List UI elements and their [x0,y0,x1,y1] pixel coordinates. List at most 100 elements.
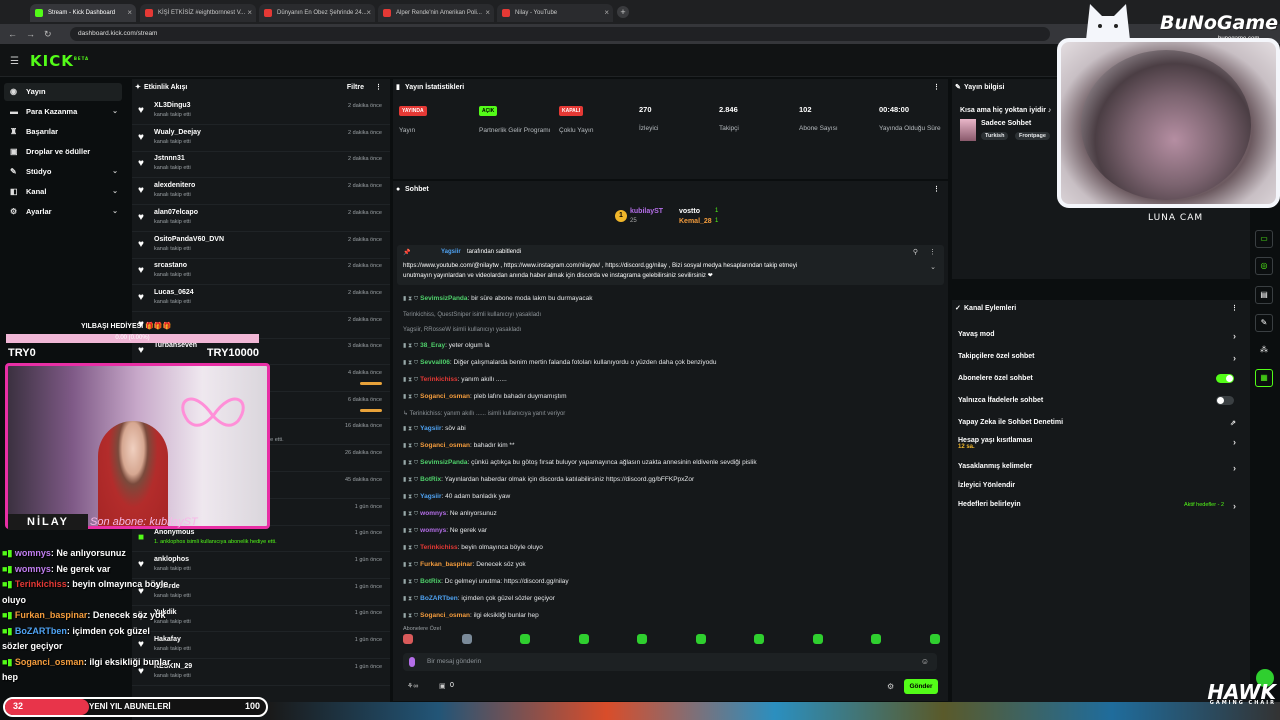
emote-icon[interactable] [637,634,647,644]
wrench-icon[interactable]: ✎ [1255,314,1273,332]
activity-user[interactable]: Anonymous [154,529,194,536]
emote-icon[interactable] [578,634,589,644]
activity-user[interactable]: Lucas_0624 [154,289,194,296]
mod-badges-icon[interactable]: ▮ ⧗ ⛉ [403,343,418,349]
message-input[interactable]: Bir mesaj gönderin ☺ [403,653,937,671]
more-icon[interactable]: ⋮ [933,79,940,97]
sidebar-item-para-kazanma[interactable]: ▬ Para Kazanma ⌄ [4,103,122,121]
mod-badges-icon[interactable]: ▮ ⧗ ⛉ [403,528,418,534]
chat-username[interactable]: womnys [420,510,446,517]
emoji-icon[interactable]: ☺ [921,657,929,666]
chat-username[interactable]: SevimsizPanda [420,295,467,302]
kick-logo[interactable]: KICKBETA [30,52,89,70]
mod-badges-icon[interactable]: ▮ ⧗ ⛉ [403,377,418,383]
more-icon[interactable]: ⋮ [933,181,940,199]
activity-user[interactable]: Wualy_Deejay [154,129,201,136]
chat-username[interactable]: Furkan_baspinar [420,561,472,568]
group-icon[interactable]: ⁂ [1255,342,1273,360]
channel-action-row[interactable]: Yasaklanmış kelimeler › [958,463,1244,477]
emote-icon[interactable] [520,634,530,644]
close-icon[interactable]: × [604,4,609,22]
mod-badges-icon[interactable]: ▮ ⧗ ⛉ [403,579,418,585]
chat-username[interactable]: Terinkichiss [420,544,457,551]
mod-badges-icon[interactable]: ▮ ⧗ ⛉ [403,494,418,500]
sidebar-item-studyo[interactable]: ✎ Stüdyo ⌄ [4,163,122,181]
mod-badges-icon[interactable]: ▮ ⧗ ⛉ [403,545,418,551]
close-icon[interactable]: × [247,4,252,22]
activity-user[interactable]: alexdenitero [154,182,195,189]
browser-tab[interactable]: Dünyanın En Obez Şehrinde 24... × [259,4,375,22]
more-icon[interactable]: ⋮ [375,79,382,97]
leader-name[interactable]: Kemal_28 [679,218,712,225]
chat-username[interactable]: SevimsizPanda [420,459,467,466]
sidebar-item-kanal[interactable]: ◧ Kanal ⌄ [4,183,122,201]
chevron-down-icon[interactable]: ⌄ [930,263,936,271]
mod-badges-icon[interactable]: ▮ ⧗ ⛉ [403,562,418,568]
mod-badges-icon[interactable]: ▮ ⧗ ⛉ [403,460,418,466]
channel-action-row[interactable]: Hesap yaşı kısıtlaması 12 sa. › [958,437,1244,451]
filter-button[interactable]: Filtre [347,79,364,97]
emote-icon[interactable] [695,634,706,644]
gift-icon[interactable]: ⚘∞ [407,682,418,690]
chat-username[interactable]: womnys [420,527,446,534]
mod-badges-icon[interactable]: ▮ ⧗ ⛉ [403,613,418,619]
chat-username[interactable]: Soganci_osman [420,612,470,619]
category-thumbnail[interactable] [960,119,976,141]
activity-user[interactable]: anklophos [154,556,189,563]
sidebar-item-droplar[interactable]: ▣ Droplar ve ödüller [4,143,122,161]
channel-action-row[interactable]: İzleyici Yönlendir [958,482,1244,496]
chat-username[interactable]: Soganci_osman [420,393,470,400]
emote-icon[interactable] [754,634,764,644]
emote-icon[interactable] [461,634,472,644]
browser-tab[interactable]: Alper Rende'nin Amerikan Poli... × [378,4,494,22]
activity-user[interactable]: Jstnnn31 [154,155,185,162]
browser-tab[interactable]: Stream - Kick Dashboard × [30,4,136,22]
tag-pill[interactable]: Frontpage [1015,132,1050,140]
layout-icon[interactable]: ▦ [1255,369,1273,387]
mod-badges-icon[interactable]: ▮ ⧗ ⛉ [403,296,418,302]
more-icon[interactable]: ⋮ [1231,300,1238,318]
mod-badges-icon[interactable]: ▮ ⧗ ⛉ [403,360,418,366]
activity-user[interactable]: XL3Dingu3 [154,102,191,109]
channel-action-row[interactable]: Hedefleri belirleyin › Aktif hedefler - 2 [958,501,1244,515]
chat-username[interactable]: BoZARTben [420,595,458,602]
chat-username[interactable]: Sevvall06 [420,359,450,366]
send-button[interactable]: Gönder [904,679,938,694]
channel-action-row[interactable]: Abonelere özel sohbet [958,374,1244,389]
browser-tab[interactable]: Nilay - YouTube × [497,4,613,22]
mod-badges-icon[interactable]: ▮ ⧗ ⛉ [403,426,418,432]
chat-username[interactable]: Yagsiir [420,493,441,500]
menu-icon[interactable]: ☰ [10,56,19,67]
chat-username[interactable]: Soganci_osman [420,442,470,449]
toggle-switch[interactable] [1216,396,1234,405]
chat-username[interactable]: Terinkichiss [420,376,457,383]
back-icon[interactable]: ← [8,28,17,40]
mod-badges-icon[interactable]: ▮ ⧗ ⛉ [403,596,418,602]
broadcast-icon[interactable]: ◎ [1255,257,1273,275]
unpin-icon[interactable]: ⚲ [913,248,918,256]
gear-icon[interactable]: ⚙ [887,682,894,691]
forward-icon[interactable]: → [26,28,35,40]
emote-icon[interactable] [812,634,823,644]
channel-action-row[interactable]: Yavaş mod › [958,331,1244,345]
new-tab-button[interactable]: + [617,6,629,18]
mod-badges-icon[interactable]: ▮ ⧗ ⛉ [403,443,418,449]
browser-tab[interactable]: KİŞİ ETKİSİZ #eightbornnest V... × [140,4,256,22]
sidebar-item-ayarlar[interactable]: ⚙ Ayarlar ⌄ [4,203,122,221]
channel-action-row[interactable]: Takipçilere özel sohbet › [958,353,1244,367]
activity-user[interactable]: OsitoPandaV60_DVN [154,236,224,243]
emote-icon[interactable] [929,634,940,644]
channel-action-row[interactable]: Yapay Zeka ile Sohbet Denetimi ⇗ [958,419,1244,433]
chat-username[interactable]: Yagsiir [420,425,441,432]
toggle-switch[interactable] [1216,374,1234,383]
sidebar-item-basarilar[interactable]: ♜ Başarılar [4,123,122,141]
url-field[interactable]: dashboard.kick.com/stream [70,27,1050,41]
activity-user[interactable]: srcastano [154,262,187,269]
close-icon[interactable]: × [366,4,371,22]
close-icon[interactable]: × [485,4,490,22]
emote-icon[interactable] [871,634,881,644]
reload-icon[interactable]: ↻ [44,28,52,40]
activity-user[interactable]: alan07elcapo [154,209,198,216]
sidebar-item-yayin[interactable]: ◉ Yayın [4,83,122,101]
chat-username[interactable]: BotRix [420,476,441,483]
